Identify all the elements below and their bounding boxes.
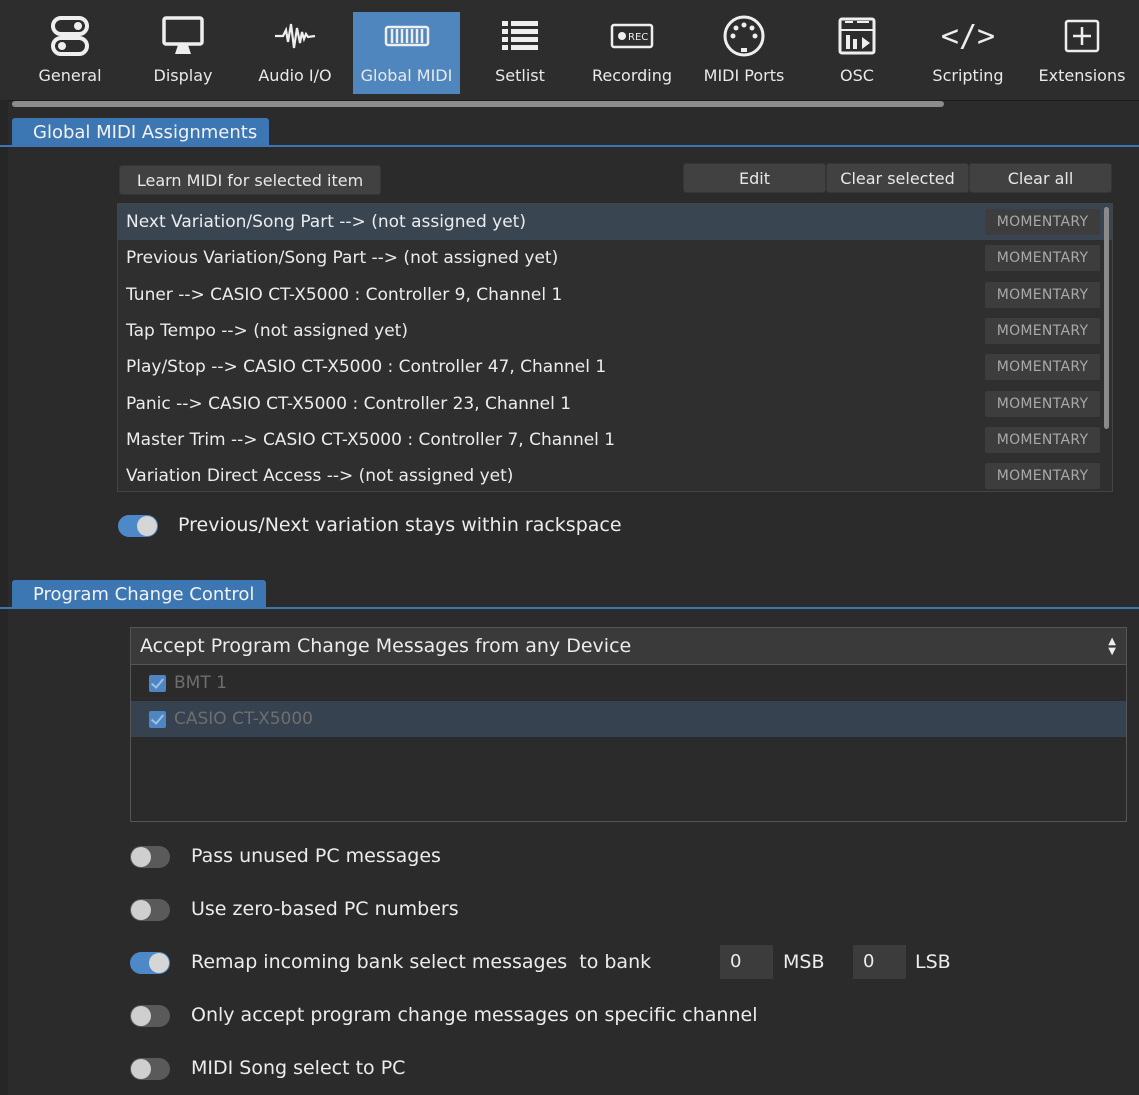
list-icon (488, 12, 552, 60)
device-checkbox[interactable] (149, 674, 166, 692)
assignment-text: Next Variation/Song Part --> (not assign… (126, 212, 526, 233)
momentary-button[interactable]: MOMENTARY (985, 281, 1100, 308)
tab-general[interactable]: General (28, 12, 112, 94)
assignment-row[interactable]: Master Trim --> CASIO CT-X5000 : Control… (118, 422, 1112, 458)
assignment-text: Previous Variation/Song Part --> (not as… (126, 248, 559, 269)
zero-based-pc-toggle[interactable] (130, 899, 170, 921)
assignment-row[interactable]: Tuner --> CASIO CT-X5000 : Controller 9,… (118, 277, 1112, 313)
pass-unused-pc-toggle[interactable] (130, 846, 170, 868)
assignment-text: Variation Direct Access --> (not assigne… (126, 466, 514, 487)
bank-msb-input[interactable]: 0 (720, 945, 773, 979)
momentary-button[interactable]: MOMENTARY (985, 390, 1100, 417)
tab-osc-label: OSC (840, 66, 874, 85)
tab-display[interactable]: Display (141, 12, 225, 94)
plus-box-icon (1050, 12, 1114, 60)
program-change-section-title: Program Change Control (12, 580, 267, 609)
assignment-text: Play/Stop --> CASIO CT-X5000 : Controlle… (126, 357, 607, 378)
device-item[interactable]: CASIO CT-X5000 (131, 701, 1126, 737)
tab-recording-label: Recording (591, 66, 673, 85)
tab-extensions[interactable]: Extensions (1035, 12, 1129, 94)
specific-channel-label: Only accept program change messages on s… (191, 1004, 758, 1026)
assignment-text: Panic --> CASIO CT-X5000 : Controller 23… (126, 393, 572, 414)
momentary-button[interactable]: MOMENTARY (985, 209, 1100, 236)
assignment-row[interactable]: Play/Stop --> CASIO CT-X5000 : Controlle… (118, 349, 1112, 385)
assignment-row[interactable]: Tap Tempo --> (not assigned yet) MOMENTA… (118, 313, 1112, 349)
clear-selected-button[interactable]: Clear selected (826, 163, 969, 193)
assignment-row[interactable]: Previous Variation/Song Part --> (not as… (118, 240, 1112, 276)
select-arrows-icon: ▲ ▼ (1108, 636, 1116, 657)
pc-source-select[interactable]: Accept Program Change Messages from any … (130, 627, 1127, 665)
code-icon: </> (940, 18, 996, 54)
pass-unused-pc-label: Pass unused PC messages (191, 845, 441, 867)
tab-display-label: Display (153, 66, 213, 85)
assignment-row[interactable]: Panic --> CASIO CT-X5000 : Controller 23… (118, 385, 1112, 421)
tab-global-midi[interactable]: Global MIDI (353, 12, 460, 94)
learn-midi-button[interactable]: Learn MIDI for selected item (119, 165, 381, 195)
assignment-row[interactable]: Next Variation/Song Part --> (not assign… (118, 204, 1112, 241)
svg-text:REC: REC (628, 32, 648, 43)
tab-audio-io-label: Audio I/O (258, 66, 332, 85)
song-select-to-pc-toggle[interactable] (130, 1058, 170, 1080)
keyboard-icon (375, 12, 439, 60)
momentary-button[interactable]: MOMENTARY (985, 318, 1100, 345)
tab-midi-ports-label: MIDI Ports (703, 66, 785, 85)
momentary-button[interactable]: MOMENTARY (985, 426, 1100, 453)
tab-scripting[interactable]: </> Scripting (926, 12, 1010, 94)
edit-button[interactable]: Edit (683, 163, 826, 193)
song-select-to-pc-label: MIDI Song select to PC (191, 1057, 406, 1079)
assignment-text: Master Trim --> CASIO CT-X5000 : Control… (126, 429, 616, 450)
momentary-button[interactable]: MOMENTARY (985, 463, 1100, 490)
assignment-text: Tap Tempo --> (not assigned yet) (126, 321, 408, 342)
device-name: CASIO CT-X5000 (174, 709, 313, 729)
specific-channel-toggle[interactable] (130, 1005, 170, 1027)
clear-all-button[interactable]: Clear all (969, 163, 1112, 193)
global-midi-section-title: Global MIDI Assignments (12, 118, 270, 147)
global-midi-section-header: Global MIDI Assignments (0, 116, 1139, 147)
stay-within-rackspace-label: Previous/Next variation stays within rac… (178, 514, 622, 536)
midi-din-icon (712, 12, 776, 60)
pc-source-select-value: Accept Program Change Messages from any … (140, 635, 632, 657)
program-change-section-header: Program Change Control (0, 578, 1139, 609)
preferences-toolbar: General Display Audio I/O Global MIDI Se… (0, 0, 1139, 101)
waveform-icon (263, 12, 327, 60)
bank-lsb-input[interactable]: 0 (853, 945, 906, 979)
monitor-icon (151, 12, 215, 60)
momentary-button[interactable]: MOMENTARY (985, 245, 1100, 272)
toolbar-horizontal-scrollbar[interactable] (12, 101, 944, 107)
zero-based-pc-label: Use zero-based PC numbers (191, 898, 459, 920)
assignment-text: Tuner --> CASIO CT-X5000 : Controller 9,… (126, 284, 563, 305)
momentary-button[interactable]: MOMENTARY (985, 354, 1100, 381)
pc-device-list: BMT 1 CASIO CT-X5000 (130, 665, 1127, 822)
osc-icon (825, 12, 889, 60)
tab-extensions-label: Extensions (1038, 66, 1126, 85)
lsb-label: LSB (915, 951, 951, 973)
tab-scripting-label: Scripting (932, 66, 1004, 85)
tab-general-label: General (38, 66, 102, 85)
tab-setlist-label: Setlist (495, 66, 545, 85)
tab-audio-io[interactable]: Audio I/O (252, 12, 338, 94)
midi-assignment-list: Next Variation/Song Part --> (not assign… (117, 203, 1113, 492)
tab-osc[interactable]: OSC (815, 12, 899, 94)
assignment-row[interactable]: Variation Direct Access --> (not assigne… (118, 458, 1112, 491)
tab-recording[interactable]: REC Recording (585, 12, 679, 94)
tab-midi-ports[interactable]: MIDI Ports (696, 12, 792, 94)
msb-label: MSB (783, 951, 825, 973)
device-name: BMT 1 (174, 673, 227, 693)
assignment-list-scrollbar[interactable] (1104, 207, 1109, 429)
remap-bank-label: Remap incoming bank select messages to b… (191, 951, 652, 973)
device-checkbox[interactable] (149, 710, 166, 728)
tab-setlist[interactable]: Setlist (478, 12, 562, 94)
stay-within-rackspace-toggle[interactable] (118, 515, 158, 537)
rec-icon: REC (600, 12, 664, 60)
device-item[interactable]: BMT 1 (131, 665, 1126, 701)
tab-global-midi-label: Global MIDI (360, 66, 453, 85)
remap-bank-toggle[interactable] (130, 952, 170, 974)
toggles-icon (38, 12, 102, 60)
